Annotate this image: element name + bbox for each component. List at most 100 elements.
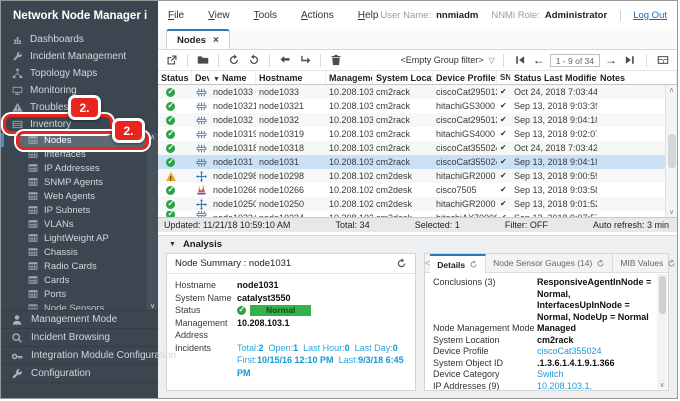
restore-button[interactable] <box>297 52 313 68</box>
sidebar-item-ip-addresses[interactable]: IP Addresses <box>1 161 147 175</box>
log-out-link[interactable]: Log Out <box>620 10 667 21</box>
first-page-button[interactable] <box>512 52 528 68</box>
refresh-icon[interactable] <box>667 259 676 268</box>
previous-page-button[interactable]: ← <box>533 54 545 66</box>
column-header-status[interactable]: Status <box>158 71 192 84</box>
device-profile-link[interactable]: ciscoCat355024 <box>537 346 652 358</box>
snmp-check-cell: ✔ <box>497 155 511 169</box>
sidebar-item-cards[interactable]: Cards <box>1 273 147 287</box>
group-filter-dropdown[interactable]: <Empty Group filter> <box>401 55 484 65</box>
delete-button[interactable] <box>328 52 344 68</box>
management-cell: 10.208.102.3 <box>326 211 373 217</box>
ip-addresses-links[interactable]: 10.208.103.1, 10.208.103.17, 10.208.103.… <box>537 381 652 391</box>
refresh-status-button[interactable] <box>246 52 262 68</box>
table-scrollbar[interactable]: ∧ ∨ <box>665 85 677 217</box>
sidebar-item-ports[interactable]: Ports <box>1 287 147 301</box>
tab-details[interactable]: Details <box>430 254 486 273</box>
column-header-dev[interactable]: Dev <box>192 71 210 84</box>
column-header-status-last-modified[interactable]: Status Last Modified <box>511 71 597 84</box>
sidebar-item-incident-management[interactable]: Incident Management <box>1 48 158 65</box>
refresh-icon[interactable] <box>596 259 605 268</box>
tab-mib-values[interactable]: MIB Values <box>613 254 678 272</box>
management-cell: 10.208.102.5 <box>326 197 373 211</box>
tab-node-sensor-gauges[interactable]: Node Sensor Gauges (14) <box>486 254 613 272</box>
sidebar-item-topology-maps[interactable]: Topology Maps <box>1 65 158 82</box>
device-profile-label: Device Profile <box>433 346 537 358</box>
sidebar-item-node-sensors[interactable]: Node Sensors <box>1 301 147 310</box>
column-header-hostname[interactable]: Hostname <box>256 71 326 84</box>
column-header-management[interactable]: Management <box>326 71 373 84</box>
table-view-settings-button[interactable] <box>655 52 671 68</box>
undo-button[interactable] <box>277 52 293 68</box>
incident-stat-value: 2 <box>259 343 264 353</box>
status-normal-icon <box>166 211 175 217</box>
scroll-up-icon[interactable]: ∧ <box>150 133 155 141</box>
table-row[interactable]: node10319 node10319 10.208.103.1 cm2rack… <box>158 127 677 141</box>
table-row[interactable]: node10321 node10321 10.208.103.2 cm2rack… <box>158 99 677 113</box>
hostname-cell: node10266 <box>256 183 326 197</box>
next-page-button[interactable]: → <box>605 54 617 66</box>
inventory-submenu: Nodes Interfaces IP Addresses SNMP Agent… <box>1 133 158 310</box>
table-row[interactable]: node10266 node10266 10.208.102.6 cm2desk… <box>158 183 677 197</box>
refresh-button[interactable] <box>226 52 242 68</box>
scrollbar-thumb[interactable] <box>668 134 676 168</box>
status-normal-icon <box>166 116 175 125</box>
sidebar-item-incident-browsing[interactable]: Incident Browsing <box>1 329 158 347</box>
sidebar-item-management-mode[interactable]: Management Mode <box>1 311 158 329</box>
sidebar-item-radio-cards[interactable]: Radio Cards <box>1 259 147 273</box>
sidebar-item-interfaces[interactable]: Interfaces <box>1 147 147 161</box>
scroll-down-icon[interactable]: ∨ <box>150 302 155 310</box>
last-page-button[interactable] <box>622 52 638 68</box>
sidebar-item-snmp-agents[interactable]: SNMP Agents <box>1 175 147 189</box>
column-header-name[interactable]: ▼Name <box>210 71 256 84</box>
refresh-icon[interactable] <box>469 260 478 269</box>
analysis-panel-header[interactable]: ▼ Analysis <box>158 236 677 252</box>
column-header-device-profile[interactable]: Device Profile <box>433 71 497 84</box>
column-header-snmp[interactable]: SNM <box>497 71 511 84</box>
device-category-link[interactable]: Switch <box>537 369 652 381</box>
scroll-down-icon[interactable]: ∨ <box>669 208 674 216</box>
menu-tools[interactable]: Tools <box>254 10 277 21</box>
table-row-clipped[interactable]: node10234 node10234 10.208.102.3 cm2desk… <box>158 211 677 217</box>
sidebar-item-dashboards[interactable]: Dashboards <box>1 31 158 48</box>
sidebar-item-vlans[interactable]: VLANs <box>1 217 147 231</box>
menu-help[interactable]: Help <box>358 10 379 21</box>
sidebar-item-lightweight-ap[interactable]: LightWeight AP <box>1 231 147 245</box>
table-row[interactable]: node1033 node1033 10.208.103.3 cm2rack c… <box>158 85 677 99</box>
close-tab-icon[interactable]: × <box>213 35 219 46</box>
open-in-new-window-button[interactable] <box>164 52 180 68</box>
menu-bar: File View Tools Actions Help User Name: … <box>158 1 677 29</box>
page-range-box[interactable]: 1 - 9 of 34 <box>550 54 600 67</box>
sidebar-item-configuration[interactable]: Configuration <box>1 365 158 383</box>
sidebar-item-integration-module-configuration[interactable]: Integration Module Configuration <box>1 347 158 365</box>
column-header-notes[interactable]: Notes <box>597 71 677 84</box>
column-header-system-location[interactable]: System Location <box>373 71 433 84</box>
tab-nodes[interactable]: Nodes × <box>166 29 230 49</box>
table-row-selected[interactable]: node1031 node1031 10.208.103.1 cm2rack c… <box>158 155 677 169</box>
folder-icon <box>197 54 209 66</box>
table-row[interactable]: node1032 node1032 10.208.103.2 cm2rack c… <box>158 113 677 127</box>
menu-file[interactable]: File <box>168 10 184 21</box>
refresh-icon[interactable] <box>396 258 407 269</box>
status-normal-icon <box>166 186 175 195</box>
sidebar-item-ip-subnets[interactable]: IP Subnets <box>1 203 147 217</box>
topology-icon <box>12 68 23 79</box>
open-button[interactable] <box>195 52 211 68</box>
table-row[interactable]: node10298 node10298 10.208.102.9 cm2desk… <box>158 169 677 183</box>
table-row[interactable]: node10250 node10250 10.208.102.5 cm2desk… <box>158 197 677 211</box>
table-row[interactable]: node10318 node10318 10.208.103.1 cm2rack… <box>158 141 677 155</box>
status-normal-icon <box>166 130 175 139</box>
sidebar-item-web-agents[interactable]: Web Agents <box>1 189 147 203</box>
menu-view[interactable]: View <box>208 10 230 21</box>
scroll-down-icon[interactable]: ∨ <box>659 381 664 389</box>
sidebar-item-chassis[interactable]: Chassis <box>1 245 147 259</box>
incident-stat-label: Total: <box>237 343 259 353</box>
analysis-panel: ▼ Analysis Node Summary : node1031 Hostn… <box>158 235 677 398</box>
menu-actions[interactable]: Actions <box>301 10 334 21</box>
submenu-scrollbar[interactable]: ∧ ∨ <box>147 133 158 310</box>
details-scrollbar[interactable]: ∨ <box>657 274 667 389</box>
hostname-cell: node10319 <box>256 127 326 141</box>
scrollbar-thumb[interactable] <box>659 276 666 314</box>
dropdown-arrow-icon[interactable]: ▽ <box>489 56 495 65</box>
scroll-up-icon[interactable]: ∧ <box>669 86 674 94</box>
